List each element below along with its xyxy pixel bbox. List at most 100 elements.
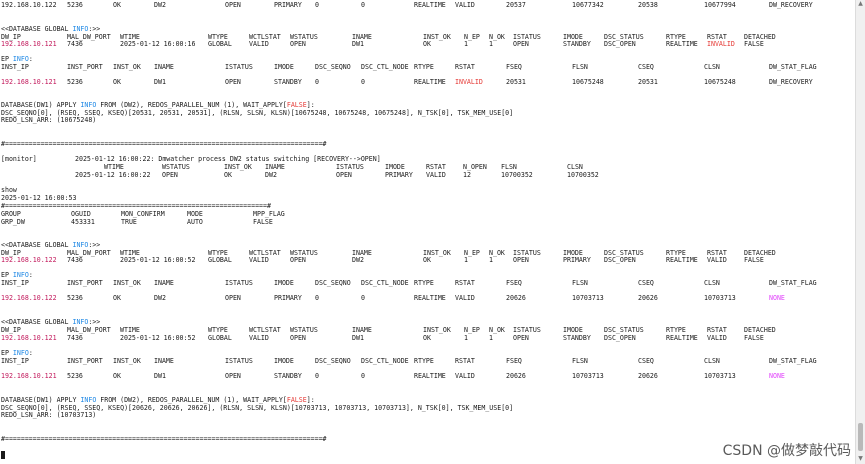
cell-text: 10703713	[572, 372, 604, 380]
cell-text: 10677342	[572, 1, 604, 9]
cell-text: VALID	[426, 171, 446, 179]
scroll-down-arrow-icon[interactable]: ▼	[856, 455, 865, 463]
monitor-row: 2025-01-12 16:00:22 OPEN OK DW2 OPEN PRIMARY V…	[1, 171, 599, 179]
cell-text: INVALID	[707, 40, 735, 48]
cell-text: DETACHED	[744, 326, 776, 334]
cell-text: PRIMARY	[274, 1, 302, 9]
cell-text: VALID	[249, 40, 269, 48]
cell-text: DW1	[352, 40, 364, 48]
cell-text: 10700352	[567, 171, 599, 179]
command-line: show	[1, 186, 17, 194]
cell-text: REALTIME	[666, 256, 698, 264]
ep-info-header: EP INFO:	[1, 271, 33, 279]
cell-text: OPEN	[225, 372, 241, 380]
cell-text: INFO	[80, 396, 97, 404]
cell-text: ISTATUS	[225, 63, 253, 71]
cell-text: 2025-01-12 16:00:22: Dmwatcher process D…	[75, 155, 381, 163]
cell-text: <<DATABASE GLOBAL	[1, 241, 73, 249]
ep-info-header: EP INFO:	[1, 55, 33, 63]
cell-text: CSEQ	[638, 63, 654, 71]
cell-text: GRP_DW	[1, 218, 25, 226]
cell-text: PRIMARY	[563, 256, 591, 264]
cell-text: OK	[423, 40, 431, 48]
cell-text: 10700352	[501, 171, 533, 179]
cell-text: 7436	[67, 40, 83, 48]
ep-columns: INST_IP INST_PORT INST_OK INAME ISTATUS IMODE…	[1, 279, 817, 287]
cell-text: INST_OK	[224, 163, 252, 171]
cell-text: 1	[489, 334, 493, 342]
cell-text: :>>	[88, 241, 101, 249]
watermark: CSDN @做梦敲代码	[722, 443, 851, 459]
cell-text: DATABASE(DW1) APPLY	[1, 101, 81, 109]
cell-text: INST_PORT	[67, 63, 103, 71]
cell-text: 10675248	[704, 78, 736, 86]
cell-text: DW_STAT_FLAG	[769, 357, 817, 365]
cell-text: :>>	[88, 25, 101, 33]
cell-text: RSTAT	[455, 279, 475, 287]
cell-text: RTYPE	[414, 279, 434, 287]
cell-text: FALSE	[286, 396, 307, 404]
cell-text: ISTATUS	[225, 279, 253, 287]
cell-text: N_OK	[489, 326, 505, 334]
cell-text: FLSN	[572, 279, 588, 287]
cell-text: DW1	[154, 372, 166, 380]
cell-text: RSTAT	[455, 63, 475, 71]
cell-text: INST_IP	[1, 63, 29, 71]
cell-text: FALSE	[744, 334, 764, 342]
cell-text: FROM (DW2), REDOS_PARALLEL_NUM (1), WAIT…	[96, 396, 287, 404]
cell-text: FROM (DW2), REDOS_PARALLEL_NUM (1), WAIT…	[96, 101, 287, 109]
cell-text: 1	[464, 334, 468, 342]
cell-text: GLOBAL	[208, 256, 232, 264]
cell-text: IMODE	[563, 326, 583, 334]
cell-text: INST_IP	[1, 279, 29, 287]
cell-text: INFO	[12, 349, 29, 357]
cell-text: EP	[1, 349, 13, 357]
cell-text: OK	[423, 256, 431, 264]
cell-text: DSC_SEQNO	[315, 279, 351, 287]
cell-text: GLOBAL	[208, 334, 232, 342]
cell-text: FALSE	[253, 218, 273, 226]
cell-text: 1	[464, 256, 468, 264]
cell-text: 12	[463, 171, 471, 179]
cell-text: DSC_OPEN	[604, 334, 636, 342]
cell-text: FLSN	[501, 163, 517, 171]
cell-text: 7436	[67, 334, 83, 342]
cell-text: OK	[113, 78, 121, 86]
cell-text: 192.168.10.122	[1, 1, 57, 9]
cell-text: 20531	[638, 78, 658, 86]
cell-text: INAME	[154, 63, 174, 71]
scrollbar-thumb[interactable]	[858, 423, 863, 451]
cell-text: INFO	[72, 241, 89, 249]
scroll-up-arrow-icon[interactable]: ▲	[856, 0, 865, 8]
cell-text: 20626	[506, 294, 526, 302]
cell-text: REALTIME	[414, 78, 446, 86]
cell-text: 10703713	[704, 372, 736, 380]
cell-text: IMODE	[274, 63, 294, 71]
ep-row: 192.168.10.121 5236 OK DW1 OPEN STANDBY 0 0 REAL…	[1, 78, 813, 86]
cell-text: DSC_OPEN	[604, 256, 636, 264]
vertical-scrollbar[interactable]: ▲ ▼	[855, 0, 865, 464]
cell-text: 20537	[506, 1, 526, 9]
cell-text: N_EP	[464, 326, 480, 334]
cell-text: FLSN	[572, 63, 588, 71]
cell-text: ISTATUS	[225, 357, 253, 365]
cell-text: IMODE	[274, 357, 294, 365]
cell-text: OPEN	[290, 256, 306, 264]
cell-text: 0	[315, 78, 319, 86]
cell-text: REALTIME	[414, 1, 446, 9]
cell-text: OK	[423, 334, 431, 342]
cell-text: TRUE	[121, 218, 137, 226]
separator: #=======================================…	[1, 202, 271, 210]
cell-text: :	[28, 271, 33, 279]
db-global-row: 192.168.10.121 7436 2025-01-12 16:00:52 GLO…	[1, 334, 764, 342]
apply-info-line: DATABASE(DW1) APPLY INFO FROM (DW2), RED…	[1, 101, 315, 109]
cell-text: RTYPE	[666, 326, 686, 334]
cell-text: FSEQ	[506, 63, 522, 71]
cell-text: AUTO	[187, 218, 203, 226]
cell-text: VALID	[249, 334, 269, 342]
cell-text: WTIME	[120, 326, 140, 334]
ep-columns: INST_IP INST_PORT INST_OK INAME ISTATUS IMODE…	[1, 63, 817, 71]
cell-text: OPEN	[225, 78, 241, 86]
cell-text: CLSN	[704, 279, 720, 287]
cell-text: STANDBY	[563, 334, 591, 342]
